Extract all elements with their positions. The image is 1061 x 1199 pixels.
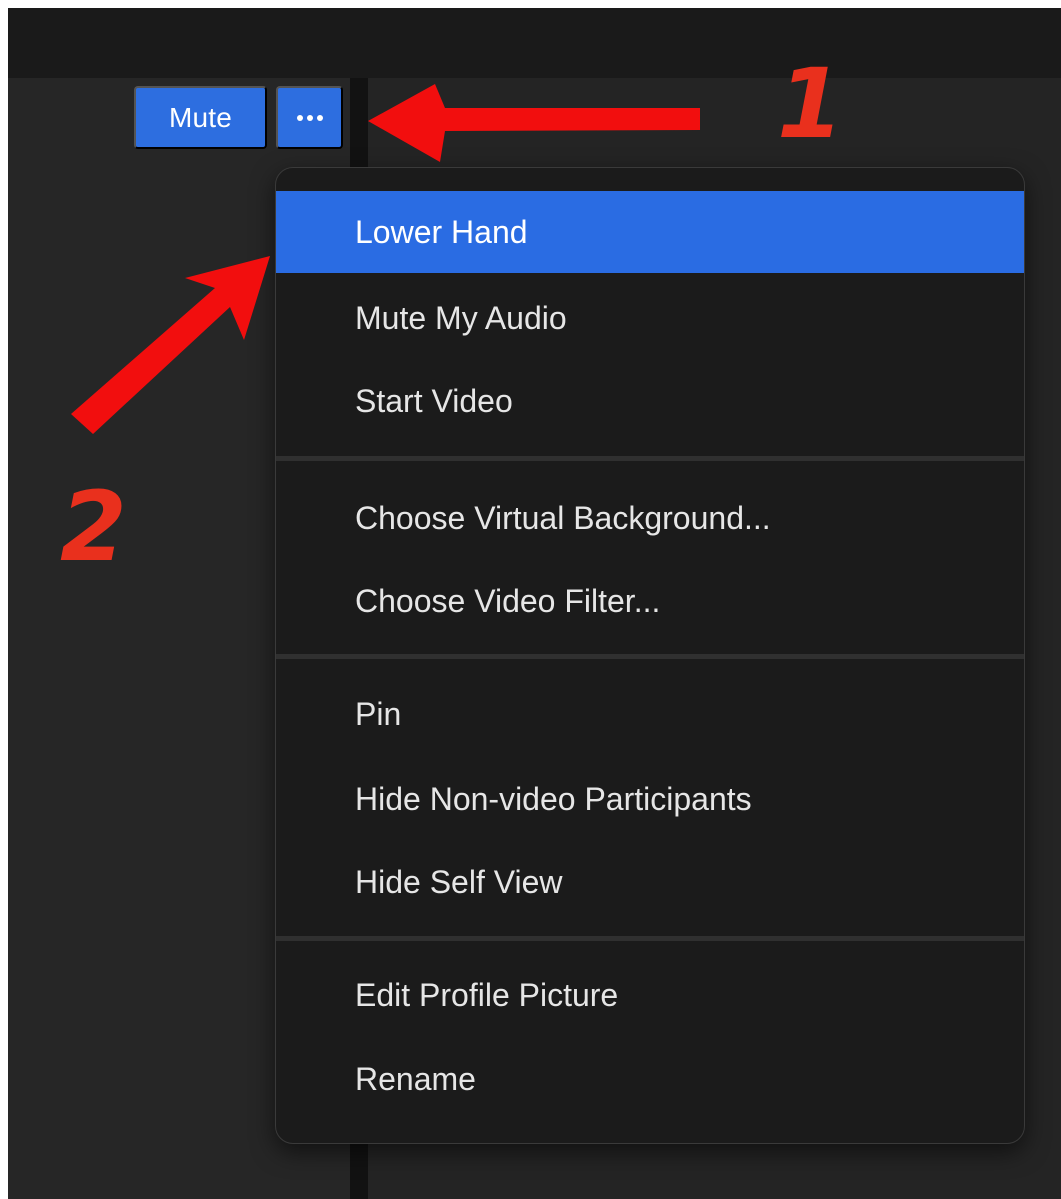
- menu-divider: [276, 456, 1024, 461]
- meeting-window: Mute Lower Hand Mute My Audio Start Vide…: [8, 8, 1061, 1199]
- menu-item-pin[interactable]: Pin: [276, 673, 1024, 755]
- menu-item-choose-video-filter[interactable]: Choose Video Filter...: [276, 560, 1024, 642]
- ellipsis-icon: [296, 114, 303, 121]
- top-bar: [8, 8, 1061, 78]
- annotation-number-1: 1: [777, 48, 844, 160]
- menu-item-start-video[interactable]: Start Video: [276, 360, 1024, 442]
- menu-item-mute-my-audio[interactable]: Mute My Audio: [276, 277, 1024, 359]
- menu-item-choose-virtual-background[interactable]: Choose Virtual Background...: [276, 477, 1024, 559]
- ellipsis-icon: [316, 114, 323, 121]
- mute-button[interactable]: Mute: [134, 86, 267, 149]
- more-options-button[interactable]: [276, 86, 343, 149]
- menu-item-hide-self-view[interactable]: Hide Self View: [276, 841, 1024, 923]
- menu-divider: [276, 654, 1024, 659]
- menu-item-hide-non-video-participants[interactable]: Hide Non-video Participants: [276, 758, 1024, 840]
- annotation-number-2: 2: [60, 471, 127, 583]
- menu-divider: [276, 936, 1024, 941]
- menu-item-rename[interactable]: Rename: [276, 1038, 1024, 1120]
- menu-item-edit-profile-picture[interactable]: Edit Profile Picture: [276, 954, 1024, 1036]
- ellipsis-icon: [306, 114, 313, 121]
- menu-item-lower-hand[interactable]: Lower Hand: [276, 191, 1024, 273]
- participant-options-menu: Lower Hand Mute My Audio Start Video Cho…: [275, 167, 1025, 1144]
